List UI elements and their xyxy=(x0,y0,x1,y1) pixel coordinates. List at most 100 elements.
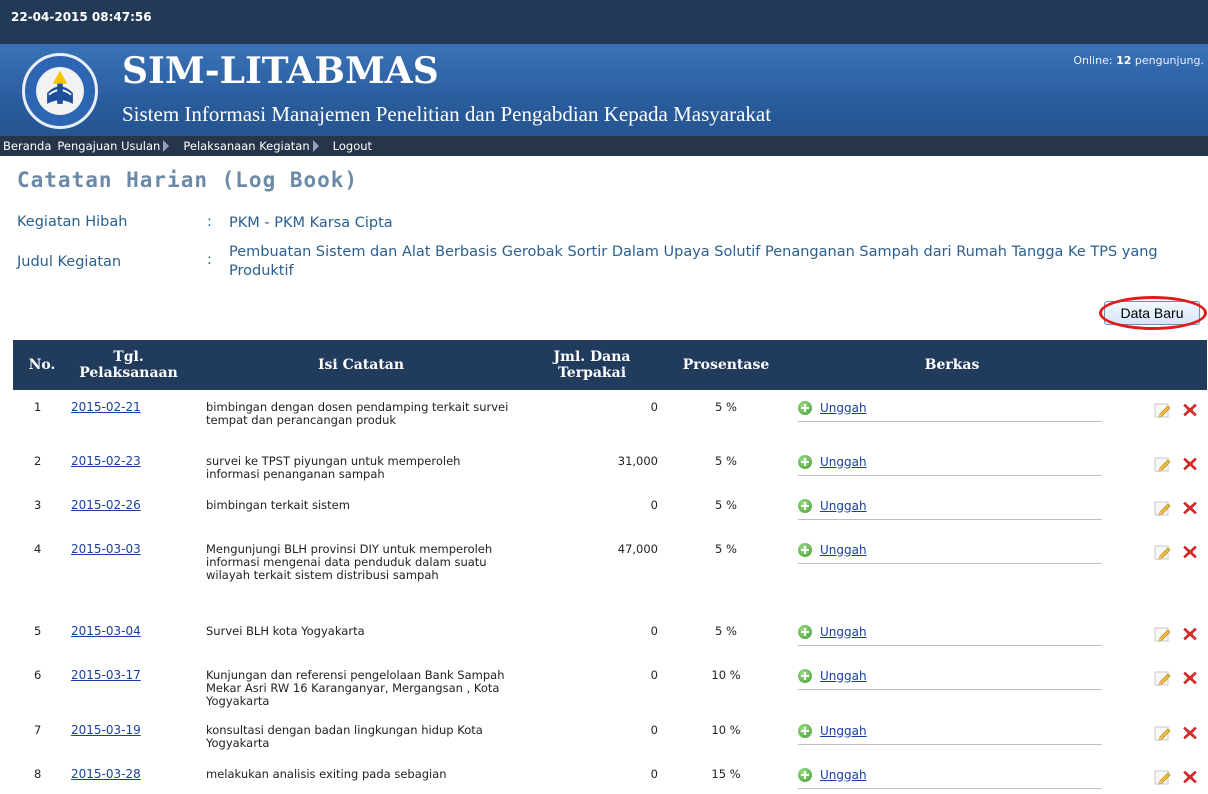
row-date-link[interactable]: 2015-03-04 xyxy=(71,624,141,638)
row-date-link[interactable]: 2015-03-28 xyxy=(71,767,141,781)
row-file-cell: Unggah xyxy=(786,532,1106,614)
nav-home[interactable]: Beranda xyxy=(3,139,51,153)
row-date-link[interactable]: 2015-03-17 xyxy=(71,668,141,682)
delete-x-icon[interactable] xyxy=(1182,456,1198,472)
row-no: 1 xyxy=(34,400,42,414)
add-circle-icon[interactable] xyxy=(798,543,812,557)
row-file-cell: Unggah xyxy=(786,658,1106,713)
row-actions xyxy=(1106,488,1207,532)
row-fund: 0 xyxy=(650,400,658,414)
submenu-arrow-icon xyxy=(312,140,319,152)
tut-wuri-handayani-emblem-icon xyxy=(28,59,92,123)
delete-x-icon[interactable] xyxy=(1182,670,1198,686)
table-row: 6 2015-03-17 Kunjungan dan referensi pen… xyxy=(13,658,1207,713)
row-file-cell: Unggah xyxy=(786,757,1106,789)
nav-activity[interactable]: Pelaksanaan Kegiatan xyxy=(183,139,326,153)
row-actions xyxy=(1106,713,1207,757)
row-actions xyxy=(1106,532,1207,614)
upload-link[interactable]: Unggah xyxy=(820,669,867,683)
nav-proposal-label: Pengajuan Usulan xyxy=(57,139,161,153)
edit-pencil-icon[interactable] xyxy=(1154,401,1172,419)
upload-link[interactable]: Unggah xyxy=(820,625,867,639)
upload-link[interactable]: Unggah xyxy=(820,499,867,513)
row-date-link[interactable]: 2015-03-19 xyxy=(71,723,141,737)
online-prefix: Online: xyxy=(1073,54,1117,67)
row-no: 4 xyxy=(34,542,42,556)
nav-logout[interactable]: Logout xyxy=(333,139,372,153)
row-percent: 5 % xyxy=(715,624,737,638)
delete-x-icon[interactable] xyxy=(1182,402,1198,418)
table-row: 2 2015-02-23 survei ke TPST piyungan unt… xyxy=(13,444,1207,488)
row-date-cell: 2015-02-21 xyxy=(71,390,186,444)
edit-pencil-icon[interactable] xyxy=(1154,669,1172,687)
upload-control: Unggah xyxy=(798,724,1102,745)
delete-x-icon[interactable] xyxy=(1182,500,1198,516)
row-date-link[interactable]: 2015-02-21 xyxy=(71,400,141,414)
header-actions xyxy=(1106,340,1207,390)
site-header: SIM-LITABMAS Sistem Informasi Manajemen … xyxy=(0,44,1208,136)
logbook-table: No. Tgl. Pelaksanaan Isi Catatan Jml. Da… xyxy=(13,340,1207,789)
edit-pencil-icon[interactable] xyxy=(1154,724,1172,742)
table-row: 3 2015-02-26 bimbingan terkait sistem 0 … xyxy=(13,488,1207,532)
main-nav: Beranda Pengajuan Usulan Pelaksanaan Keg… xyxy=(0,136,1208,156)
upload-link[interactable]: Unggah xyxy=(820,455,867,469)
row-no: 6 xyxy=(34,668,42,682)
row-actions xyxy=(1106,614,1207,658)
add-circle-icon[interactable] xyxy=(798,499,812,513)
edit-pencil-icon[interactable] xyxy=(1154,455,1172,473)
header-note: Isi Catatan xyxy=(186,340,526,390)
colon: : xyxy=(207,214,212,230)
table-row: 1 2015-02-21 bimbingan dengan dosen pend… xyxy=(13,390,1207,444)
add-circle-icon[interactable] xyxy=(798,768,812,782)
table-row: 5 2015-03-04 Survei BLH kota Yogyakarta … xyxy=(13,614,1207,658)
activity-value: Pembuatan Sistem dan Alat Berbasis Gerob… xyxy=(229,244,1158,279)
upload-link[interactable]: Unggah xyxy=(820,768,867,782)
row-fund: 0 xyxy=(650,723,658,737)
row-date-cell: 2015-03-04 xyxy=(71,614,186,658)
upload-link[interactable]: Unggah xyxy=(820,401,867,415)
row-file-cell: Unggah xyxy=(786,614,1106,658)
row-percent: 15 % xyxy=(711,767,741,781)
header-file: Berkas xyxy=(786,340,1106,390)
upload-link[interactable]: Unggah xyxy=(820,543,867,557)
top-bar: 22-04-2015 08:47:56 xyxy=(0,0,1208,44)
row-date-cell: 2015-02-26 xyxy=(71,488,186,532)
edit-pencil-icon[interactable] xyxy=(1154,543,1172,561)
online-count: 12 xyxy=(1116,54,1132,67)
add-circle-icon[interactable] xyxy=(798,724,812,738)
upload-control: Unggah xyxy=(798,669,1102,690)
row-note: bimbingan terkait sistem xyxy=(206,498,350,512)
university-logo xyxy=(22,53,98,129)
app-title: SIM-LITABMAS xyxy=(122,50,439,92)
add-circle-icon[interactable] xyxy=(798,669,812,683)
row-actions xyxy=(1106,390,1207,444)
row-date-cell: 2015-03-17 xyxy=(71,658,186,713)
nav-proposal[interactable]: Pengajuan Usulan xyxy=(57,139,177,153)
upload-link[interactable]: Unggah xyxy=(820,724,867,738)
new-data-button[interactable]: Data Baru xyxy=(1104,301,1200,325)
add-circle-icon[interactable] xyxy=(798,625,812,639)
row-date-cell: 2015-03-19 xyxy=(71,713,186,757)
row-date-link[interactable]: 2015-02-26 xyxy=(71,498,141,512)
edit-pencil-icon[interactable] xyxy=(1154,768,1172,786)
delete-x-icon[interactable] xyxy=(1182,626,1198,642)
table-header-row: No. Tgl. Pelaksanaan Isi Catatan Jml. Da… xyxy=(13,340,1207,390)
row-date-link[interactable]: 2015-02-23 xyxy=(71,454,141,468)
add-circle-icon[interactable] xyxy=(798,401,812,415)
add-circle-icon[interactable] xyxy=(798,455,812,469)
delete-x-icon[interactable] xyxy=(1182,544,1198,560)
row-date-link[interactable]: 2015-03-03 xyxy=(71,542,141,556)
page-title: Catatan Harian (Log Book) xyxy=(17,168,359,192)
row-percent: 5 % xyxy=(715,400,737,414)
delete-x-icon[interactable] xyxy=(1182,769,1198,785)
edit-pencil-icon[interactable] xyxy=(1154,499,1172,517)
upload-control: Unggah xyxy=(798,499,1102,520)
row-file-cell: Unggah xyxy=(786,444,1106,488)
row-no: 3 xyxy=(34,498,42,512)
delete-x-icon[interactable] xyxy=(1182,725,1198,741)
row-date-cell: 2015-03-03 xyxy=(71,532,186,614)
edit-pencil-icon[interactable] xyxy=(1154,625,1172,643)
row-fund: 0 xyxy=(650,668,658,682)
grant-value: PKM - PKM Karsa Cipta xyxy=(229,215,393,231)
row-file-cell: Unggah xyxy=(786,390,1106,444)
